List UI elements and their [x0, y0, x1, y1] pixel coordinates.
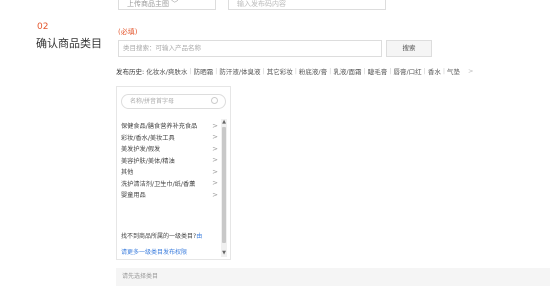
chevron-right-icon: >: [212, 121, 218, 130]
scroll-up-icon[interactable]: ▲: [221, 119, 227, 125]
chevron-right-icon: >: [212, 156, 218, 165]
category-item[interactable]: 保健食品/膳食营养补充食品 >: [121, 120, 221, 132]
history-item[interactable]: 睫毛膏: [366, 66, 390, 76]
category-item[interactable]: 彩妆/香水/美妆工具 >: [121, 132, 221, 144]
chevron-down-icon: ﹀: [171, 0, 179, 8]
history-item[interactable]: 粉底液/膏: [297, 66, 329, 76]
apply-permission-link[interactable]: 请更多一级类目发布权限: [121, 247, 187, 256]
category-list: 保健食品/膳食营养补充食品 > 彩妆/香水/美妆工具 > 美发护发/假发 > 美容护肤…: [121, 120, 221, 201]
chevron-right-icon: >: [212, 144, 218, 153]
main-image-select[interactable]: 上传商品主图 ﹀: [118, 0, 216, 10]
step-number: 02: [37, 22, 49, 32]
category-item[interactable]: 美发护发/假发 >: [121, 143, 221, 155]
chevron-right-icon: >: [212, 133, 218, 142]
category-item[interactable]: 婴童用品 >: [121, 189, 221, 201]
history-item[interactable]: 气垫: [445, 66, 462, 76]
publish-history: 发布历史: 化妆水/爽肤水 | 防晒霜 | 防汗液/体臭液 | 其它彩妆 | 粉底液/膏…: [116, 66, 474, 76]
scroll-down-icon[interactable]: ▼: [221, 250, 227, 256]
history-item[interactable]: 其它彩妆: [265, 66, 295, 76]
publish-code-input[interactable]: 输入发布码内容: [228, 0, 386, 10]
required-tag: (必填): [118, 28, 138, 36]
history-item[interactable]: 防汗液/体臭液: [217, 66, 262, 76]
chevron-right-icon: >: [212, 179, 218, 188]
history-item[interactable]: 乳液/面霜: [331, 66, 363, 76]
history-item[interactable]: 香水: [426, 66, 443, 76]
not-found-hint: 找不到商品所属的一级类目?由: [121, 233, 203, 240]
category-item[interactable]: 洗护清洁剂/卫生巾/纸/香薰 >: [121, 178, 221, 190]
history-item[interactable]: 化妆水/爽肤水: [144, 66, 189, 76]
category-search-input[interactable]: 类目搜索：可输入产品名称: [118, 40, 382, 57]
category-item[interactable]: 其他 >: [121, 166, 221, 178]
chevron-right-icon: >: [212, 190, 218, 199]
selected-category-bar: 请先选择类目: [116, 268, 550, 286]
search-button[interactable]: 搜索: [386, 40, 432, 57]
history-next-button[interactable]: >: [468, 67, 473, 75]
history-label: 发布历史:: [116, 68, 145, 76]
scrollbar-thumb[interactable]: [222, 127, 226, 243]
history-item[interactable]: 唇膏/口红: [391, 66, 423, 76]
search-icon[interactable]: [211, 97, 218, 104]
category-item[interactable]: 美容护肤/美体/精油 >: [121, 155, 221, 167]
chevron-right-icon: >: [212, 167, 218, 176]
not-found-link[interactable]: 由: [196, 233, 202, 240]
step-title: 确认商品类目: [36, 37, 102, 50]
history-item[interactable]: 防晒霜: [192, 66, 216, 76]
